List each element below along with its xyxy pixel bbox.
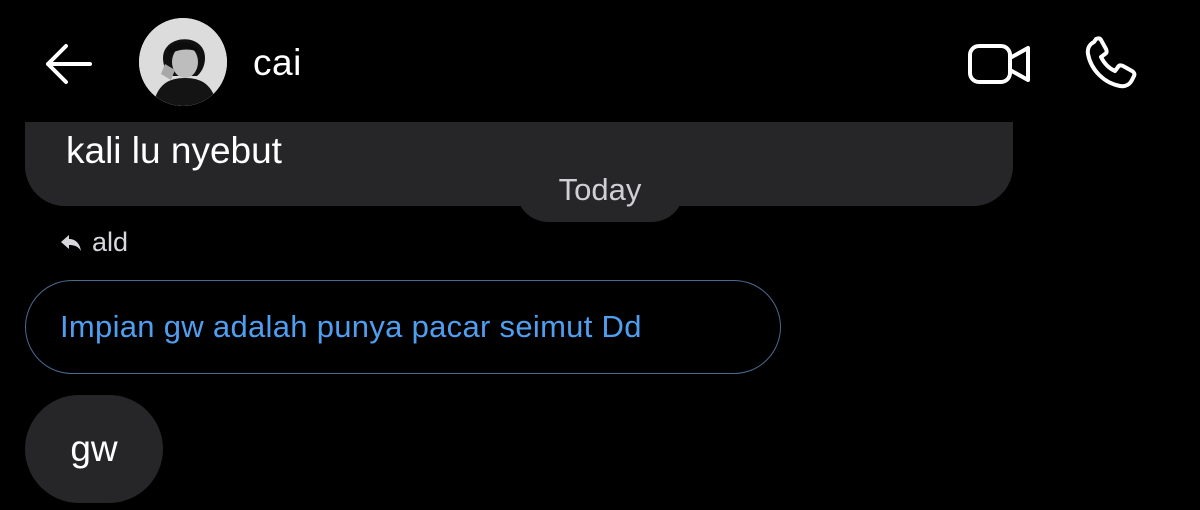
phone-icon[interactable] <box>1082 36 1140 92</box>
received-message-bubble-reply[interactable]: gw <box>25 395 163 503</box>
chat-header: cai <box>0 0 1200 122</box>
quoted-message[interactable]: Impian gw adalah punya pacar seimut Dd <box>25 280 781 374</box>
date-separator: Today <box>516 157 684 222</box>
arrow-left-icon[interactable] <box>40 40 96 88</box>
reply-arrow-icon <box>61 234 81 251</box>
avatar[interactable] <box>139 18 227 106</box>
received-message-reply-text: gw <box>70 428 118 469</box>
received-message-text: kali lu nyebut <box>66 130 282 171</box>
reply-indicator: ald <box>60 227 128 258</box>
quoted-message-text: Impian gw adalah punya pacar seimut Dd <box>60 309 642 344</box>
reply-to-name: ald <box>92 227 129 257</box>
contact-name[interactable]: cai <box>253 42 302 84</box>
video-camera-icon[interactable] <box>966 40 1032 88</box>
profile-photo <box>139 18 227 106</box>
